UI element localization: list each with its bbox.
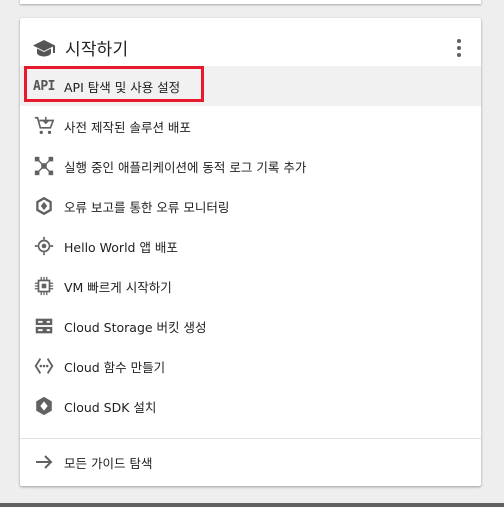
explore-all-guides-link[interactable]: 모든 가이드 탐색 <box>20 442 481 482</box>
list-item-label: Cloud 함수 만들기 <box>64 360 166 375</box>
list-item-label: Hello World 앱 배포 <box>64 240 178 255</box>
sdk-icon <box>32 394 56 418</box>
getting-started-card: 시작하기 API API 탐색 및 사용 설정 사전 제작된 솔루션 배포 실행… <box>20 18 481 486</box>
list-item-label: 사전 제작된 솔루션 배포 <box>64 120 191 135</box>
bottom-edge <box>0 503 504 507</box>
list-item-functions[interactable]: Cloud 함수 만들기 <box>20 346 481 386</box>
list-item-hello-world[interactable]: Hello World 앱 배포 <box>20 226 481 266</box>
school-icon <box>33 40 55 57</box>
list-item-storage[interactable]: Cloud Storage 버킷 생성 <box>20 306 481 346</box>
more-vert-icon[interactable] <box>453 39 465 57</box>
list-item-label: 실행 중인 애플리케이션에 동적 로그 기록 추가 <box>64 160 307 175</box>
list-item-vm-quickstart[interactable]: VM 빠르게 시작하기 <box>20 266 481 306</box>
guide-list: API API 탐색 및 사용 설정 사전 제작된 솔루션 배포 실행 중인 애… <box>20 66 481 426</box>
functions-icon <box>32 354 56 378</box>
scatter-icon <box>32 154 56 178</box>
list-item-label: Cloud SDK 설치 <box>64 400 157 415</box>
list-item-solutions[interactable]: 사전 제작된 솔루션 배포 <box>20 106 481 146</box>
error-reporting-icon <box>32 194 56 218</box>
card-title: 시작하기 <box>65 40 129 60</box>
list-item-label: VM 빠르게 시작하기 <box>64 280 172 295</box>
list-item-label: API 탐색 및 사용 설정 <box>64 80 181 95</box>
api-icon: API <box>33 78 55 94</box>
list-item-api[interactable]: API API 탐색 및 사용 설정 <box>20 66 481 106</box>
list-item-error-reporting[interactable]: 오류 보고를 통한 오류 모니터링 <box>20 186 481 226</box>
list-item-label: Cloud Storage 버킷 생성 <box>64 320 207 335</box>
storage-icon <box>32 314 56 338</box>
cart-icon <box>32 114 56 138</box>
list-item-sdk[interactable]: Cloud SDK 설치 <box>20 386 481 426</box>
app-engine-icon <box>32 234 56 258</box>
list-item-label: 오류 보고를 통한 오류 모니터링 <box>64 200 230 215</box>
chip-icon <box>32 274 56 298</box>
card-header: 시작하기 <box>20 18 481 66</box>
list-item-debug-logs[interactable]: 실행 중인 애플리케이션에 동적 로그 기록 추가 <box>20 146 481 186</box>
previous-card <box>20 0 481 4</box>
divider <box>20 438 481 439</box>
footer-label: 모든 가이드 탐색 <box>64 456 153 471</box>
arrow-right-icon <box>36 455 53 469</box>
